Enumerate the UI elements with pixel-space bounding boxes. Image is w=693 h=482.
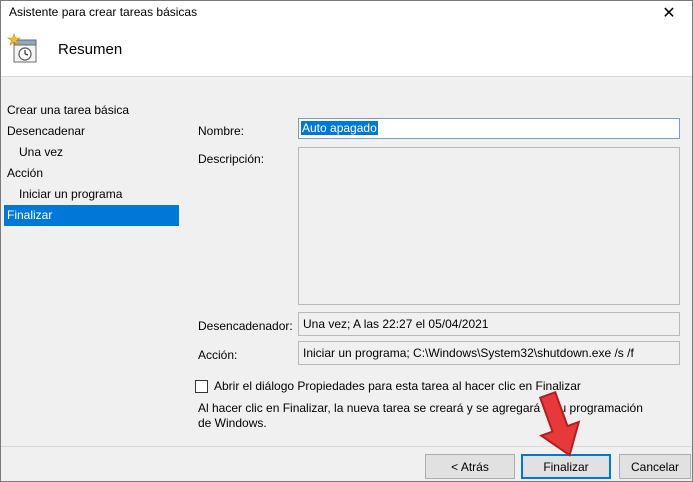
wizard-window: Asistente para crear tareas básicas ✕ Re…	[0, 0, 693, 482]
description-field[interactable]	[298, 147, 680, 305]
wizard-body: Crear una tarea básica Desencadenar Una …	[1, 78, 692, 481]
step-iniciar-programa: Iniciar un programa	[19, 187, 123, 201]
action-label: Acción:	[198, 348, 238, 362]
step-una-vez: Una vez	[19, 145, 64, 159]
task-scheduler-icon	[7, 33, 37, 63]
step-accion: Acción	[7, 166, 44, 180]
wizard-steps: Crear una tarea básica Desencadenar Una …	[4, 100, 179, 226]
trigger-field: Una vez; A las 22:27 el 05/04/2021	[298, 312, 680, 336]
open-properties-checkbox[interactable]	[195, 379, 208, 393]
name-value: Auto apagado	[301, 121, 378, 135]
step-desencadenar: Desencadenar	[7, 124, 86, 138]
title-bar: Asistente para crear tareas básicas ✕	[1, 1, 692, 25]
trigger-label: Desencadenador:	[198, 319, 293, 333]
red-arrow-annotation	[538, 391, 581, 457]
window-title: Asistente para crear tareas básicas	[9, 5, 198, 19]
open-properties-option[interactable]: Abrir el diálogo Propiedades para esta t…	[195, 379, 581, 393]
action-field: Iniciar un programa; C:\Windows\System32…	[298, 341, 680, 365]
cancel-button[interactable]: Cancelar	[619, 454, 691, 479]
page-title: Resumen	[58, 41, 123, 58]
step-crear-tarea: Crear una tarea básica	[7, 103, 130, 117]
name-label: Nombre:	[198, 124, 245, 138]
finish-info-text: Al hacer clic en Finalizar, la nueva tar…	[198, 401, 643, 430]
name-field[interactable]: Auto apagado	[298, 118, 680, 139]
back-button[interactable]: < Atrás	[425, 454, 515, 479]
close-button[interactable]: ✕	[646, 1, 692, 25]
description-label: Descripción:	[198, 152, 265, 166]
wizard-header: Resumen	[1, 25, 692, 77]
step-finalizar: Finalizar	[4, 205, 179, 226]
open-properties-label: Abrir el diálogo Propiedades para esta t…	[214, 379, 581, 393]
